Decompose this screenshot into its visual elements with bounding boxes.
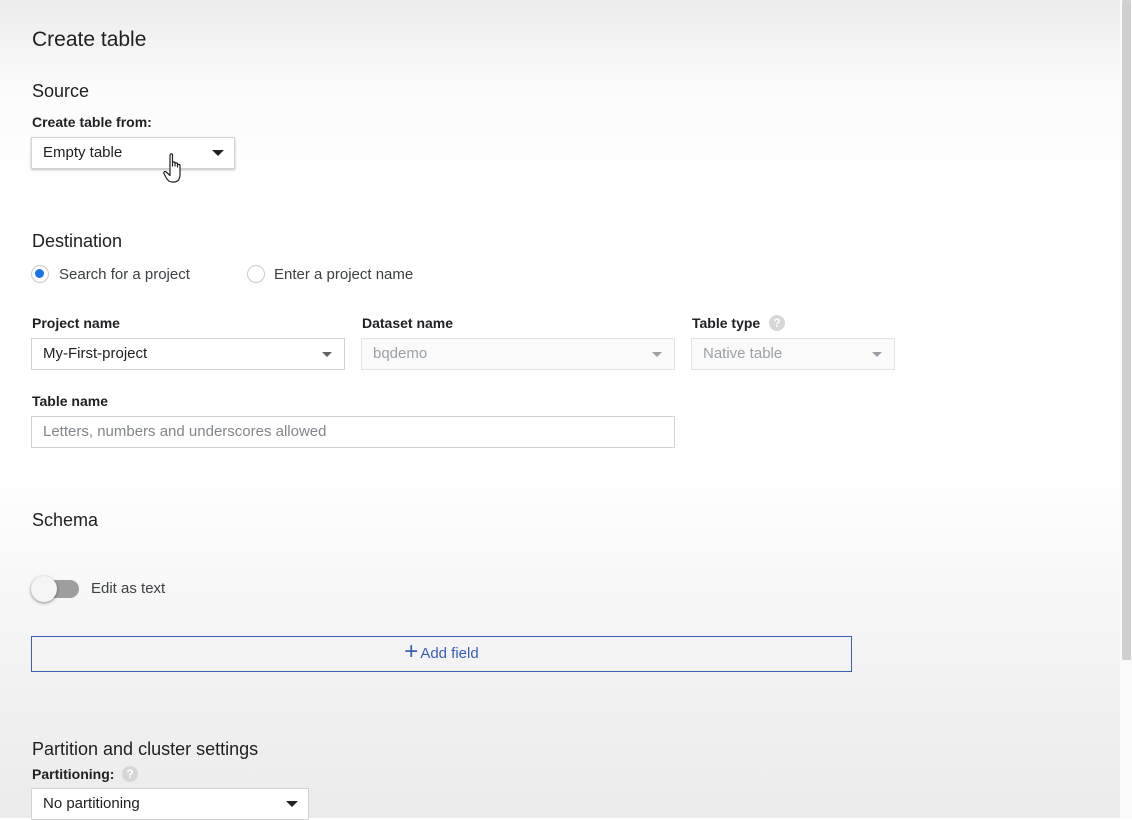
add-field-label: Add field [420, 645, 479, 662]
plus-icon: + [404, 638, 419, 666]
hand-pointer-icon [163, 153, 181, 183]
create-table-panel: Create table Source Create table from: E… [0, 0, 1120, 820]
project-name-value: My-First-project [43, 345, 148, 362]
add-field-button[interactable]: + Add field [31, 636, 852, 672]
chevron-down-icon [652, 352, 662, 357]
destination-heading: Destination [32, 231, 123, 251]
radio-enter-project-label: Enter a project name [274, 266, 414, 283]
partitioning-value: No partitioning [43, 795, 140, 812]
create-from-value: Empty table [43, 144, 123, 161]
dataset-name-label: Dataset name [362, 315, 454, 331]
partitioning-select[interactable]: No partitioning [31, 788, 309, 820]
edit-as-text-label: Edit as text [91, 580, 166, 597]
partitioning-label: Partitioning: [32, 766, 115, 782]
chevron-down-icon [212, 150, 224, 156]
dataset-name-value: bqdemo [373, 345, 428, 362]
table-type-select[interactable]: Native table [691, 338, 895, 370]
project-name-select[interactable]: My-First-project [31, 338, 345, 370]
chevron-down-icon [322, 352, 332, 357]
chevron-down-icon [872, 352, 882, 357]
page-title: Create table [32, 28, 147, 51]
create-from-label: Create table from: [32, 114, 152, 130]
table-name-input[interactable]: Letters, numbers and underscores allowed [31, 416, 675, 448]
scrollbar-thumb[interactable] [1122, 0, 1131, 660]
dataset-name-select[interactable]: bqdemo [361, 338, 675, 370]
partition-heading: Partition and cluster settings [32, 739, 259, 759]
toggle-knob[interactable] [31, 576, 57, 602]
table-name-label: Table name [32, 393, 108, 409]
schema-heading: Schema [32, 510, 99, 530]
create-from-select[interactable]: Empty table [31, 137, 235, 169]
table-type-value: Native table [703, 345, 783, 362]
project-name-label: Project name [32, 315, 120, 331]
table-name-placeholder: Letters, numbers and underscores allowed [43, 423, 327, 440]
radio-search-project[interactable] [31, 265, 49, 283]
source-heading: Source [32, 81, 90, 101]
help-icon[interactable]: ? [122, 766, 138, 782]
radio-enter-project[interactable] [247, 265, 265, 283]
help-icon[interactable]: ? [769, 315, 785, 331]
table-type-label: Table type [692, 315, 761, 331]
chevron-down-icon [286, 801, 298, 807]
radio-search-project-label: Search for a project [59, 266, 190, 283]
